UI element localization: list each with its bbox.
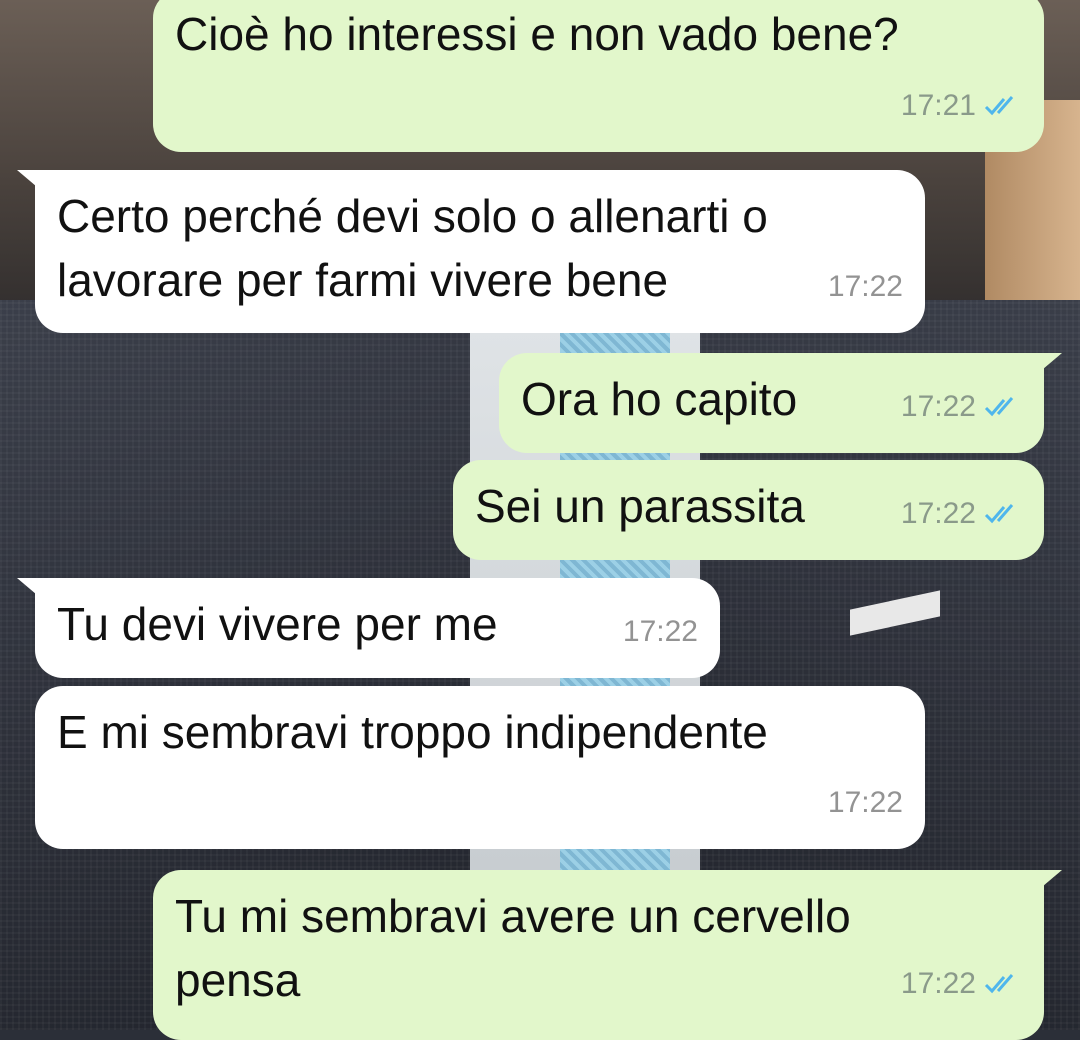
message-meta: 17:22: [623, 600, 698, 664]
message-meta: 17:22: [901, 952, 1022, 1016]
message-meta: 17:21: [901, 74, 1022, 138]
message-bubble-incoming[interactable]: Tu devi vivere per me 17:22: [17, 578, 720, 678]
message-text: Certo perché devi solo o allenarti o lav…: [57, 190, 768, 306]
message-bubble-outgoing[interactable]: Tu mi sembravi avere un cervello pensa 1…: [153, 870, 1062, 1040]
message-text: Cioè ho interessi e non vado bene?: [175, 8, 899, 60]
message-time: 17:22: [900, 967, 976, 1000]
message-bubble-incoming[interactable]: Certo perché devi solo o allenarti o lav…: [17, 170, 925, 333]
double-check-icon: [984, 974, 1014, 994]
message-bubble-outgoing[interactable]: Cioè ho interessi e non vado bene? 17:21: [153, 0, 1044, 152]
double-check-icon: [984, 397, 1014, 417]
message-text: E mi sembravi troppo indipendente: [57, 706, 768, 758]
message-bubble-outgoing[interactable]: Sei un parassita 17:22: [453, 460, 1044, 560]
message-text: Tu mi sembravi avere un cervello pensa: [175, 890, 851, 1006]
message-time: 17:22: [827, 786, 903, 819]
message-meta: 17:22: [828, 771, 903, 835]
double-check-icon: [984, 504, 1014, 524]
message-time: 17:22: [827, 270, 903, 303]
message-time: 17:22: [622, 615, 698, 648]
double-check-icon: [984, 96, 1014, 116]
message-meta: 17:22: [901, 482, 1022, 546]
message-time: 17:21: [900, 89, 976, 122]
message-time: 17:22: [900, 390, 976, 423]
message-time: 17:22: [900, 497, 976, 530]
message-text: Tu devi vivere per me: [57, 598, 498, 650]
message-bubble-outgoing[interactable]: Ora ho capito 17:22: [499, 353, 1062, 453]
message-meta: 17:22: [828, 255, 903, 319]
message-bubble-incoming[interactable]: E mi sembravi troppo indipendente 17:22: [35, 686, 925, 849]
message-meta: 17:22: [901, 375, 1022, 439]
